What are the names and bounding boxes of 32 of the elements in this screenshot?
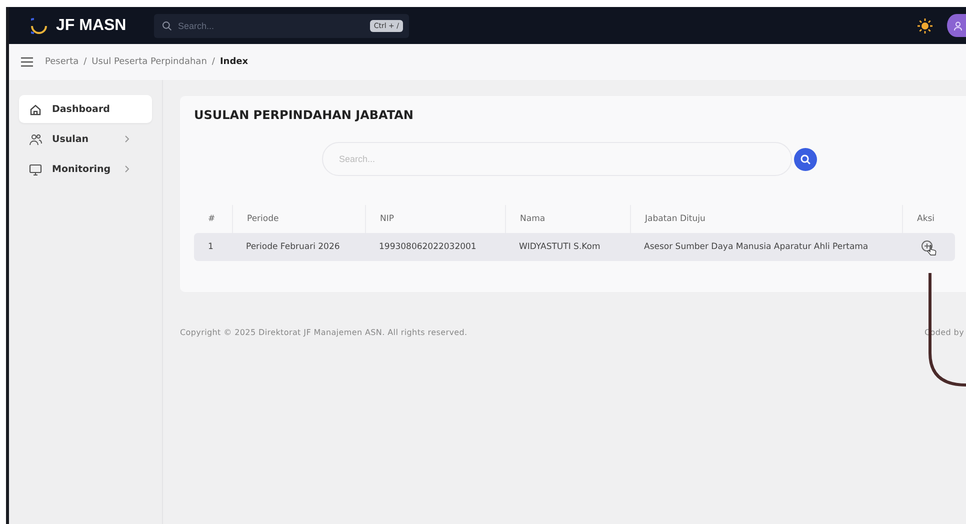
sidebar-item[interactable]: Usulan — [19, 125, 152, 153]
breadcrumb-item[interactable]: Peserta — [45, 57, 79, 67]
add-circle-icon[interactable] — [921, 240, 933, 252]
sidebar-item[interactable]: Dashboard — [19, 95, 152, 123]
column-header: # — [207, 213, 216, 226]
person-icon — [953, 20, 963, 30]
breadcrumb-separator: / — [212, 57, 215, 67]
brand-name: JF MASN — [56, 16, 128, 34]
search-icon — [800, 154, 811, 164]
monitor-icon — [29, 162, 42, 176]
hand-cursor-icon — [926, 244, 938, 256]
search-icon — [162, 20, 172, 30]
table-cell-text: 1 — [207, 242, 214, 252]
breadcrumb-separator: / — [84, 57, 87, 67]
search-input[interactable]: Search... — [176, 20, 370, 32]
search-field[interactable]: Search... — [322, 142, 792, 176]
menu-icon[interactable] — [21, 57, 33, 67]
search-button[interactable] — [794, 148, 817, 170]
home-icon — [29, 102, 42, 116]
table-cell-text: Asesor Sumber Daya Manusia Aparatur Ahli Pertama — [643, 242, 870, 252]
sidebar-item[interactable]: Monitoring — [19, 155, 152, 183]
table-cell-text: WIDYASTUTI S.Kom — [518, 242, 602, 252]
sun-icon[interactable] — [917, 18, 933, 34]
card-title: USULAN PERPINDAHAN JABATAN — [194, 108, 414, 122]
copyright-text: Copyright © 2025 Direktorat JF Manajemen ASN. All rights reserved. — [180, 328, 468, 337]
avatar[interactable] — [947, 14, 966, 37]
crescent-logo-icon — [31, 18, 47, 34]
breadcrumb-item[interactable]: Usul Peserta Perpindahan — [92, 57, 207, 67]
users-icon — [29, 132, 42, 146]
table-cell-text: Periode Februari 2026 — [245, 242, 341, 252]
breadcrumb-item: Index — [220, 57, 248, 67]
table-cell-text: 199308062022032001 — [378, 242, 478, 252]
